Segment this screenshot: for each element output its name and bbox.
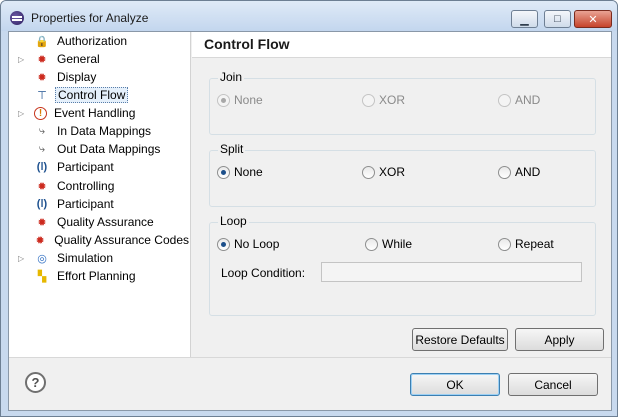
mapping-icon: ⤷ (38, 124, 46, 137)
flow-icon: ⊤ (37, 89, 47, 102)
footer-separator (9, 357, 611, 358)
gear-icon: ✹ (37, 71, 47, 84)
properties-dialog: Properties for Analyze ▁ □ ✕ 🔒 Authoriza… (0, 0, 618, 417)
loop-group: Loop No Loop While Repeat Loop Condition… (209, 214, 596, 316)
page-header: Control Flow (192, 32, 611, 58)
control-flow-page: Control Flow Join None XOR AND Split Non… (192, 32, 611, 357)
tree-item-label: Participant (57, 160, 114, 174)
tree-item-general[interactable]: ▷ ✹ General (9, 50, 191, 68)
loop-group-label: Loop (218, 214, 249, 228)
expand-arrow-icon[interactable]: ▷ (18, 55, 27, 64)
gear-icon: ✹ (37, 180, 47, 193)
dialog-client-area: 🔒 Authorization ▷ ✹ General ✹ Display ⊤ … (8, 31, 612, 411)
help-icon[interactable]: ? (25, 372, 46, 393)
tree-item-participant[interactable]: (ǀ) Participant (9, 158, 191, 176)
tree-item-label: Out Data Mappings (57, 142, 161, 156)
close-button[interactable]: ✕ (574, 10, 612, 28)
cancel-button[interactable]: Cancel (508, 373, 598, 396)
apply-button[interactable]: Apply (515, 328, 604, 351)
page-title: Control Flow (204, 36, 290, 52)
tree-item-display[interactable]: ✹ Display (9, 68, 191, 86)
effort-icon: ▚ (37, 270, 47, 283)
tree-item-out-data-mappings[interactable]: ⤷ Out Data Mappings (9, 140, 191, 158)
minimize-button[interactable]: ▁ (511, 10, 538, 28)
maximize-icon: □ (554, 13, 561, 25)
join-none-radio[interactable]: None (217, 93, 263, 107)
warning-icon: ! (34, 106, 47, 120)
tree-item-event-handling[interactable]: ▷ ! Event Handling (9, 104, 191, 122)
loop-repeat-radio[interactable]: Repeat (498, 237, 554, 251)
tree-item-authorization[interactable]: 🔒 Authorization (9, 32, 191, 50)
tree-item-quality-assurance-codes[interactable]: ✹ Quality Assurance Codes (9, 231, 191, 249)
expand-arrow-icon[interactable]: ▷ (18, 109, 27, 118)
gear-icon: ✹ (37, 53, 47, 66)
tree-item-label: Control Flow (55, 87, 129, 103)
gear-icon: ✹ (35, 234, 45, 247)
loop-no-loop-radio[interactable]: No Loop (217, 237, 279, 251)
close-icon: ✕ (588, 13, 598, 26)
tree-item-effort-planning[interactable]: ▚ Effort Planning (9, 267, 191, 285)
tree-item-label: Participant (57, 197, 114, 211)
tree-item-label: In Data Mappings (57, 124, 152, 138)
loop-while-radio[interactable]: While (365, 237, 412, 251)
restore-defaults-button[interactable]: Restore Defaults (412, 328, 508, 351)
split-and-radio[interactable]: AND (498, 165, 540, 179)
ok-button[interactable]: OK (410, 373, 500, 396)
join-and-radio[interactable]: AND (498, 93, 540, 107)
tree-item-label: Controlling (57, 179, 115, 193)
tree-item-label: Effort Planning (57, 269, 136, 283)
tree-item-label: Event Handling (54, 106, 136, 120)
join-group-label: Join (218, 70, 245, 84)
split-group-label: Split (218, 142, 246, 156)
split-none-radio[interactable]: None (217, 165, 263, 179)
tree-item-label: Simulation (57, 251, 114, 265)
join-xor-radio[interactable]: XOR (362, 93, 405, 107)
preference-tree: 🔒 Authorization ▷ ✹ General ✹ Display ⊤ … (9, 32, 191, 357)
loop-condition-input[interactable] (321, 262, 582, 282)
join-group: Join None XOR AND (209, 70, 596, 135)
tree-item-simulation[interactable]: ▷ ◎ Simulation (9, 249, 191, 267)
mapping-icon: ⤷ (38, 142, 46, 155)
split-group: Split None XOR AND (209, 142, 596, 207)
tree-item-controlling[interactable]: ✹ Controlling (9, 177, 191, 195)
title-bar[interactable]: Properties for Analyze ▁ □ ✕ (1, 1, 617, 31)
lock-icon: 🔒 (35, 35, 49, 48)
tree-item-label: General (57, 52, 100, 66)
simulation-icon: ◎ (37, 252, 47, 265)
tree-item-participant-2[interactable]: (ǀ) Participant (9, 195, 191, 213)
maximize-button[interactable]: □ (544, 10, 571, 28)
participant-icon: (ǀ) (36, 161, 48, 173)
split-xor-radio[interactable]: XOR (362, 165, 405, 179)
loop-condition-label: Loop Condition: (221, 266, 306, 280)
gear-icon: ✹ (37, 216, 47, 229)
eclipse-icon (10, 11, 24, 25)
expand-arrow-icon[interactable]: ▷ (18, 254, 27, 263)
tree-item-control-flow[interactable]: ⊤ Control Flow (9, 86, 191, 104)
tree-item-quality-assurance[interactable]: ✹ Quality Assurance (9, 213, 191, 231)
window-title: Properties for Analyze (31, 11, 149, 25)
participant-icon: (ǀ) (36, 198, 48, 210)
tree-item-label: Quality Assurance Codes (54, 233, 189, 247)
tree-item-in-data-mappings[interactable]: ⤷ In Data Mappings (9, 122, 191, 140)
tree-item-label: Authorization (57, 34, 128, 48)
tree-item-label: Quality Assurance (57, 215, 154, 229)
minimize-icon: ▁ (520, 13, 529, 26)
tree-item-label: Display (57, 70, 97, 84)
